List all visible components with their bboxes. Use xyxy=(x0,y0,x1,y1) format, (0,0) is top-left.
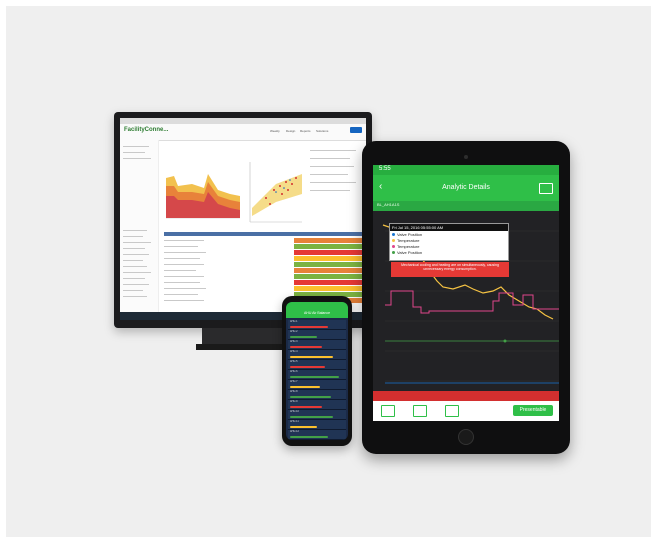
header-action-button[interactable] xyxy=(350,127,362,133)
list-item-label: AHU-8 xyxy=(290,390,298,393)
mail-icon[interactable] xyxy=(381,405,395,417)
list-item[interactable]: AHU-6 xyxy=(288,370,346,380)
list-item[interactable]: AHU-3 xyxy=(288,340,346,350)
status-bar-fill xyxy=(290,366,325,368)
list-item-label: AHU-9 xyxy=(290,400,298,403)
table-header xyxy=(164,232,364,236)
status-time: 5:55 xyxy=(379,166,391,172)
page-title: Analytic Details xyxy=(442,184,490,191)
status-bar-fill xyxy=(290,416,333,418)
list-item[interactable]: AHU-2 xyxy=(288,330,346,340)
status-bar-fill xyxy=(290,336,317,338)
tooltip-row: Valve Position xyxy=(390,249,508,255)
list-item-label: AHU-6 xyxy=(290,370,298,373)
status-bar-fill xyxy=(290,426,317,428)
tooltip-header: Fri Jul 15, 2016 05:55:00 AM xyxy=(390,224,508,231)
list-item-label: AHU-3 xyxy=(290,340,298,343)
status-bar-fill xyxy=(290,326,328,328)
app-header: AHU Air Balance xyxy=(286,302,348,318)
alarm-message: Mechanical cooling and heating are on si… xyxy=(391,262,509,277)
list-item[interactable]: AHU-7 xyxy=(288,380,346,390)
app-header: ‹ Analytic Details xyxy=(373,175,559,201)
list-item[interactable]: AHU-9 xyxy=(288,400,346,410)
list-item-label: AHU-11 xyxy=(290,420,299,423)
app-logo: FacilityConne... xyxy=(124,127,169,133)
app-header: FacilityConne... Weekly Design Reports S… xyxy=(120,124,366,141)
nav-item[interactable]: Reports xyxy=(300,129,311,133)
status-bar-fill xyxy=(290,406,322,408)
list-icon[interactable] xyxy=(413,405,427,417)
list-item[interactable]: AHU-4 xyxy=(288,350,346,360)
breadcrumb-text: BL_AH1A1S xyxy=(377,202,400,207)
list-item-label: AHU-2 xyxy=(290,330,298,333)
status-bar-fill xyxy=(290,386,320,388)
list-item-label: AHU-1 xyxy=(290,320,298,323)
tablet-screen: 5:55 ‹ Analytic Details BL_AH1A1S Fri Ju… xyxy=(373,165,559,421)
status-bar-fill xyxy=(290,376,339,378)
phone-device: AHU Air Balance AHU-1 AHU-2 AHU-3 AHU-4 AHU-… xyxy=(282,296,352,446)
preset-button[interactable]: Presentable xyxy=(513,405,553,416)
page-title: AHU Air Balance xyxy=(303,311,331,315)
camera-icon xyxy=(464,155,468,159)
sidebar xyxy=(120,140,159,312)
bottom-toolbar: Presentable xyxy=(373,401,559,421)
list-item[interactable]: AHU-11 xyxy=(288,420,346,430)
phone-screen: AHU Air Balance AHU-1 AHU-2 AHU-3 AHU-4 AHU-… xyxy=(286,302,348,440)
list-item[interactable]: AHU-12 xyxy=(288,430,346,440)
status-bar-fill xyxy=(290,436,328,438)
list-item-label: AHU-4 xyxy=(290,350,298,353)
window-icon[interactable] xyxy=(539,183,553,194)
area-chart xyxy=(166,174,240,219)
nav-item[interactable]: Design xyxy=(286,129,295,133)
list-item[interactable]: AHU-10 xyxy=(288,410,346,420)
product-panel: FacilityConne... Weekly Design Reports S… xyxy=(6,6,651,537)
status-bar: 5:55 xyxy=(373,165,559,175)
tablet-device: 5:55 ‹ Analytic Details BL_AH1A1S Fri Ju… xyxy=(362,141,570,454)
status-bar-fill xyxy=(290,396,331,398)
status-bar-fill xyxy=(290,356,333,358)
status-bar-fill xyxy=(290,346,322,348)
nav-item[interactable]: Weekly xyxy=(270,129,280,133)
list-item-label: AHU-5 xyxy=(290,360,298,363)
list-item-label: AHU-10 xyxy=(290,410,299,413)
list-item[interactable]: AHU-1 xyxy=(288,320,346,330)
chart-tooltip: Fri Jul 15, 2016 05:55:00 AM Valve Posit… xyxy=(389,223,509,261)
scatter-chart xyxy=(249,162,302,223)
desktop-screen: FacilityConne... Weekly Design Reports S… xyxy=(120,118,366,320)
breadcrumb: BL_AH1A1S xyxy=(373,201,559,211)
share-icon[interactable] xyxy=(445,405,459,417)
list-item[interactable]: AHU-8 xyxy=(288,390,346,400)
home-button[interactable] xyxy=(458,429,474,445)
list-item-label: AHU-12 xyxy=(290,430,299,433)
monitor-foot xyxy=(196,344,290,350)
alarm-timeline[interactable] xyxy=(373,391,559,401)
nav-item[interactable]: Solutions xyxy=(316,129,328,133)
list-item[interactable]: AHU-5 xyxy=(288,360,346,370)
list-item-label: AHU-7 xyxy=(290,380,298,383)
